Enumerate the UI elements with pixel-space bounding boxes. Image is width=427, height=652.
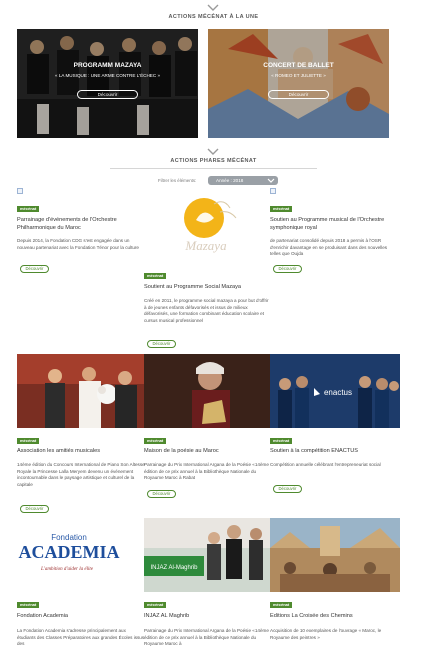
card-description: Parrainage du Prix International Argana …	[144, 462, 269, 481]
card-injaz[interactable]: INJAZ Al-Maghrib mécénat INJAZ AL Maghri…	[144, 518, 274, 652]
card-description: Depuis 2014, la Fondation CDG s'est enga…	[17, 238, 139, 250]
discover-button[interactable]: Découvrir	[273, 265, 302, 273]
card-description: Acquisition de 10 exemplaires de l'ouvra…	[270, 628, 382, 640]
card-maison-poesie[interactable]: mécénat Maison de la poésie au Maroc Par…	[144, 354, 274, 514]
hero-overlay	[17, 29, 198, 138]
injaz-photo: INJAZ Al-Maghrib	[144, 518, 274, 592]
section-title-une: ACTIONS MÉCÉNAT À LA UNE	[168, 14, 259, 20]
tag-mecenat: mécénat	[17, 206, 40, 212]
filter-label: Filtrer les éléments:	[158, 178, 197, 183]
hero-subtitle: « LA MUSIQUE : UNE ARME CONTRE L'ÉCHEC »	[54, 73, 161, 78]
hero-subtitle: « ROMEO ET JULIETTE »	[271, 73, 326, 78]
discover-button[interactable]: Découvrir	[273, 485, 302, 493]
painting-image	[270, 518, 400, 592]
image-caption: Fondation	[51, 533, 87, 542]
section-title-phares: ACTIONS PHARES MÉCÉNAT	[170, 158, 257, 164]
card-description: Parrainage du Prix International Argana …	[144, 628, 269, 647]
image-caption: Mazaya	[184, 238, 227, 253]
broken-image-icon	[17, 188, 23, 194]
hero-title: PROGRAMM MAZAYA	[73, 62, 142, 69]
tag-mecenat: mécénat	[144, 273, 167, 279]
card-title: Parrainage d'événements de l'Orchestre P…	[17, 217, 117, 231]
card-image	[17, 354, 147, 428]
section-divider	[110, 168, 317, 169]
card-description: La Fondation Academia s'adresse principa…	[17, 628, 145, 647]
card-enactus[interactable]: enactus mécénat Soutien à la compétition…	[270, 354, 400, 514]
card-croisee-chemins[interactable]: mécénat Editions La Croisée des Chemins …	[270, 518, 400, 652]
image-caption: enactus	[324, 388, 352, 397]
ceremony-photo	[17, 354, 147, 428]
discover-button[interactable]: Découvrir	[147, 490, 176, 498]
poet-photo	[144, 354, 274, 428]
card-description: de partenariat consolidé depuis 2018 a p…	[270, 238, 388, 257]
card-description: 14ème édition du Concours International …	[17, 462, 145, 487]
year-filter-select[interactable]: Année : 2018	[208, 176, 278, 185]
image-caption: L'ambition d'aider la élite	[40, 567, 94, 572]
hero-discover-button[interactable]: Découvrir	[268, 90, 329, 99]
hero-overlay	[208, 29, 389, 138]
discover-button[interactable]: Découvrir	[147, 340, 176, 348]
card-image: Fondation ACADEMIA L'ambition d'aider la…	[17, 518, 147, 592]
card-description: Compétition annuelle célébrant l'entrepr…	[270, 462, 381, 467]
hero-title: CONCERT DE BALLET	[263, 62, 334, 69]
card-fondation-academia[interactable]: Fondation ACADEMIA L'ambition d'aider la…	[17, 518, 147, 652]
card-title: Editions La Croisée des Chemins	[270, 613, 353, 619]
chevron-down-icon	[267, 178, 275, 183]
year-filter-value: Année : 2018	[216, 178, 244, 183]
card-amities-musicales[interactable]: mécénat Association les amitiés musicale…	[17, 354, 147, 514]
card-title: INJAZ AL Maghrib	[144, 613, 190, 619]
enactus-photo: enactus	[270, 354, 400, 428]
mazaya-logo-image: Mazaya	[144, 188, 274, 263]
image-caption: INJAZ Al-Maghrib	[150, 565, 198, 571]
chevron-down-icon	[207, 148, 219, 155]
card-image: enactus	[270, 354, 400, 428]
card-image	[270, 518, 400, 592]
card-orchestre-philharmonique[interactable]: mécénat Parrainage d'événements de l'Orc…	[17, 188, 147, 288]
tag-mecenat: mécénat	[270, 438, 293, 444]
card-title: Soutient au Programme Social Mazaya	[144, 284, 242, 290]
card-title: Soutien à la compétition ENACTUS	[270, 448, 358, 454]
discover-button[interactable]: Découvrir	[20, 505, 49, 513]
card-title: Fondation Academia	[17, 613, 68, 619]
card-mazaya[interactable]: Mazaya mécénat Soutient au Programme Soc…	[144, 188, 274, 350]
broken-image-icon	[270, 188, 276, 194]
tag-mecenat: mécénat	[17, 438, 40, 444]
chevron-down-icon	[207, 4, 219, 11]
card-title: Maison de la poésie au Maroc	[144, 448, 219, 454]
card-orchestre-symphonique[interactable]: mécénat Soutien au Programme musical de …	[270, 188, 400, 288]
tag-mecenat: mécénat	[144, 438, 167, 444]
tag-mecenat: mécénat	[144, 602, 167, 608]
hero-ballet[interactable]: CONCERT DE BALLET « ROMEO ET JULIETTE » …	[208, 29, 389, 138]
tag-mecenat: mécénat	[270, 602, 293, 608]
hero-discover-button[interactable]: Découvrir	[77, 90, 138, 99]
card-image: Mazaya	[144, 188, 274, 263]
image-caption: ACADEMIA	[19, 542, 120, 562]
hero-mazaya[interactable]: PROGRAMM MAZAYA « LA MUSIQUE : UNE ARME …	[17, 29, 198, 138]
card-image	[144, 354, 274, 428]
discover-button[interactable]: Découvrir	[20, 265, 49, 273]
card-image: INJAZ Al-Maghrib	[144, 518, 274, 592]
academia-logo-image: Fondation ACADEMIA L'ambition d'aider la…	[17, 518, 147, 592]
tag-mecenat: mécénat	[270, 206, 293, 212]
card-title: Association les amitiés musicales	[17, 448, 101, 454]
card-title: Soutien au Programme musical de l'Orches…	[270, 217, 385, 231]
card-description: Créé en 2011, le programme social mazaya…	[144, 298, 269, 323]
tag-mecenat: mécénat	[17, 602, 40, 608]
